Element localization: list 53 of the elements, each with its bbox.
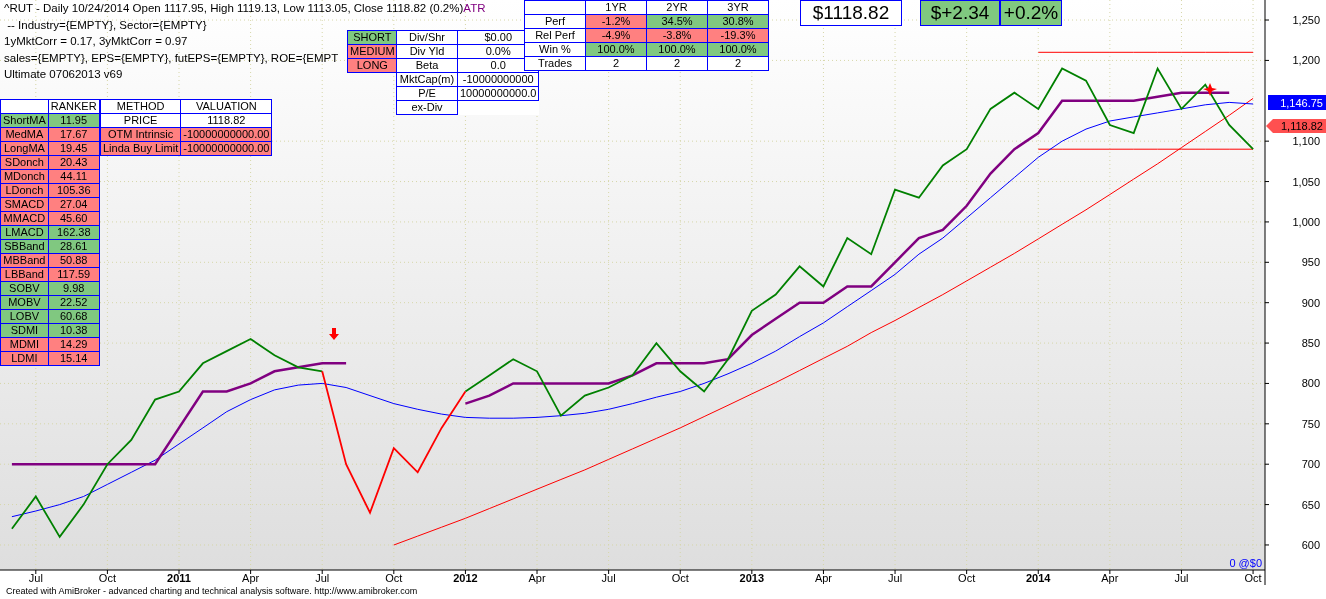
axis-label: Apr [814,572,832,584]
axis-label: Jul [1174,572,1189,584]
axis-label: Apr [528,572,546,584]
column-header: 3YR [707,0,769,15]
axis-label: 1,000 [1292,215,1320,228]
axis-label: 850 [1301,337,1320,350]
chart-title: ^RUT - Daily 10/24/2014 Open 1117.95, High 1119.13, Low 1113.05, Close 1118.82 (0.2%)ATR [4,1,486,16]
price-box: $1118.82 [800,0,902,26]
axis-label: 750 [1301,417,1320,430]
axis-label: Oct [1244,572,1262,584]
signal-cell: SHORT [347,30,398,45]
axis-label: Jul [28,572,43,584]
axis-label: 1,100 [1292,135,1320,148]
axis-label: Jul [601,572,616,584]
position-note: 0 @$0 [1229,557,1262,569]
axis-label: 2011 [167,572,191,584]
axis-label: Oct [385,572,403,584]
axis-label: Apr [242,572,260,584]
axis-label: 800 [1301,377,1320,390]
column-header: 1YR [585,0,647,15]
header-line: 1yMktCorr = 0.17, 3yMktCorr = 0.97 [4,34,188,49]
down-arrow-icon [329,328,339,340]
axis-label: 2012 [453,572,478,584]
footer-text: Created with AmiBroker - advanced charting and technical analysis software. http://www.amibroker.com [5,585,419,598]
axis-label: 650 [1301,498,1320,511]
axis-label: Oct [958,572,976,584]
axis-label: Apr [1101,572,1119,584]
axis-label: 2014 [1026,572,1051,584]
axis-label: 1,200 [1292,54,1320,67]
axis-label: 700 [1301,458,1320,471]
star-icon [1203,83,1217,96]
header-line: -- Industry={EMPTY}, Sector={EMPTY} [6,17,207,33]
axis-label: Oct [671,572,689,584]
axis-label: Oct [98,572,116,584]
price-tag: 1,118.82 [1266,119,1326,133]
axis-label: 2013 [739,572,765,584]
price-tag: 1,146.75 [1268,95,1326,110]
table-cell: Div/Shr [396,30,458,45]
column-header: 2YR [646,0,708,15]
header-line: Ultimate 07062013 v69 [4,67,123,82]
header-line: sales={EMPTY}, EPS={EMPTY}, futEPS={EMPTY}, ROE={EMPT [4,50,339,66]
percent-box: +0.2% [1000,0,1062,26]
axis-label: Jul [888,572,903,584]
axis-label: 1,050 [1292,175,1320,188]
axis-label: 900 [1301,296,1320,309]
axis-label: 1,250 [1292,14,1320,27]
column-header: VALUATION [180,99,272,114]
axis-label: 950 [1301,256,1320,269]
axis-label: Jul [315,572,330,584]
axis-label: 600 [1301,538,1320,551]
column-header: METHOD [100,99,181,114]
change-box: $+2.34 [920,0,1000,26]
column-header: RANKER [48,99,100,114]
